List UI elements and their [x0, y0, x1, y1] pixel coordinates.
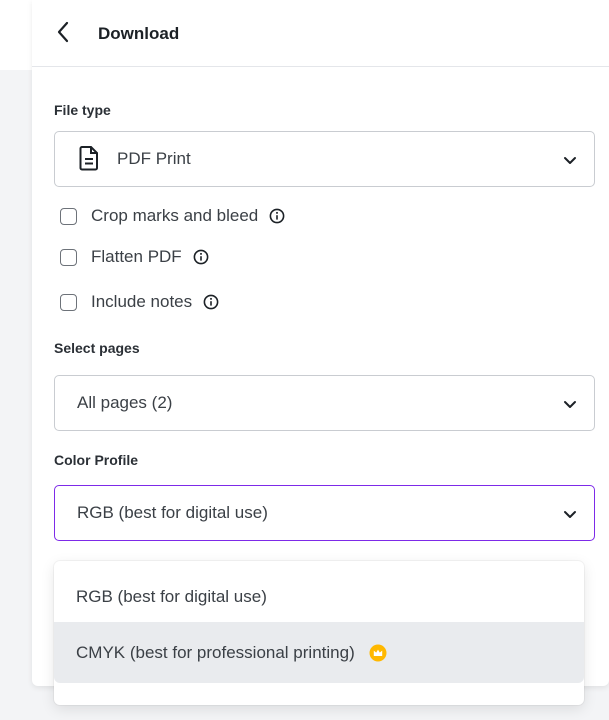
include-notes-label: Include notes — [91, 292, 193, 311]
color-profile-menu: RGB (best for digital use) CMYK (best fo… — [54, 561, 584, 705]
chevron-left-icon — [56, 21, 70, 48]
flatten-pdf-checkbox[interactable] — [60, 248, 77, 266]
info-icon[interactable] — [193, 249, 209, 265]
info-icon[interactable] — [269, 208, 285, 224]
option-label: RGB (best for digital use) — [76, 587, 267, 606]
option-label: CMYK (best for professional printing) — [76, 642, 355, 662]
chevron-down-icon — [562, 396, 578, 412]
back-button[interactable] — [50, 20, 76, 48]
crown-icon — [369, 644, 387, 662]
panel-title: Download — [98, 24, 180, 43]
flatten-pdf-option[interactable]: Flatten PDF — [60, 244, 209, 270]
select-pages-dropdown[interactable]: All pages (2) — [54, 375, 595, 431]
file-document-icon — [79, 145, 99, 176]
crop-marks-option[interactable]: Crop marks and bleed — [60, 203, 285, 229]
crop-marks-checkbox[interactable] — [60, 207, 77, 225]
chevron-down-icon — [562, 152, 578, 168]
file-type-label: File type — [54, 102, 111, 118]
flatten-pdf-label: Flatten PDF — [91, 247, 182, 266]
info-icon[interactable] — [203, 294, 219, 310]
file-type-select[interactable]: PDF Print — [54, 131, 595, 187]
include-notes-checkbox[interactable] — [60, 293, 77, 311]
color-profile-value: RGB (best for digital use) — [77, 503, 268, 522]
select-pages-label: Select pages — [54, 340, 140, 356]
crop-marks-label: Crop marks and bleed — [91, 206, 259, 225]
panel-header: Download — [32, 0, 609, 67]
color-profile-option-rgb[interactable]: RGB (best for digital use) — [54, 569, 584, 625]
chevron-down-icon — [562, 506, 578, 522]
color-profile-dropdown[interactable]: RGB (best for digital use) — [54, 485, 595, 541]
file-type-value: PDF Print — [117, 149, 191, 168]
color-profile-label: Color Profile — [54, 452, 139, 468]
include-notes-option[interactable]: Include notes — [60, 289, 219, 315]
color-profile-option-cmyk[interactable]: CMYK (best for professional printing) — [54, 622, 584, 683]
select-pages-value: All pages (2) — [77, 393, 173, 412]
